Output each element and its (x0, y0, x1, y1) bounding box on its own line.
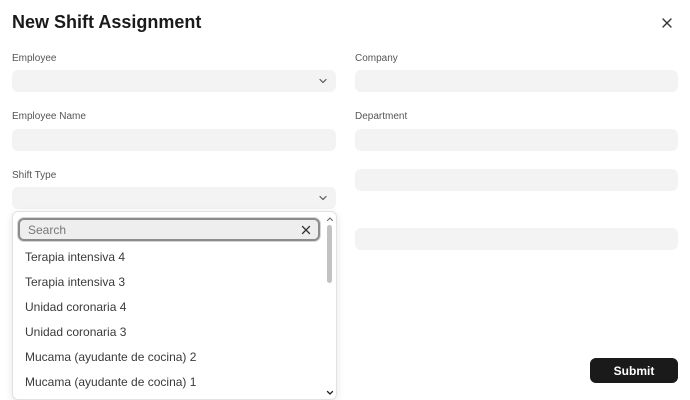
right-field-4[interactable] (355, 228, 678, 250)
chevron-down-icon (319, 78, 327, 84)
new-shift-assignment-dialog: New Shift Assignment Employee Employee N… (0, 0, 690, 400)
dropdown-options: Terapia intensiva 4 Terapia intensiva 3 … (13, 245, 325, 395)
department-label: Department (355, 111, 408, 122)
dropdown-option[interactable]: Unidad coronaria 3 (13, 320, 325, 345)
search-input[interactable] (28, 222, 310, 237)
employee-name-field[interactable] (12, 129, 336, 151)
dropdown-option[interactable]: Mucama (ayudante de cocina) 2 (13, 345, 325, 370)
shift-type-dropdown: Terapia intensiva 4 Terapia intensiva 3 … (12, 211, 337, 400)
dropdown-option[interactable]: Mucama (ayudante de cocina) 1 (13, 370, 325, 395)
company-label: Company (355, 53, 398, 64)
clear-icon (301, 225, 311, 235)
right-field-3[interactable] (355, 169, 678, 191)
scroll-down-arrow-icon[interactable] (326, 389, 334, 397)
chevron-down-icon (319, 195, 327, 201)
dropdown-scrollbar[interactable] (324, 212, 336, 399)
dropdown-option[interactable]: Terapia intensiva 4 (13, 245, 325, 270)
close-button[interactable] (656, 12, 678, 34)
scroll-up-arrow-icon[interactable] (326, 215, 334, 223)
submit-button[interactable]: Submit (590, 358, 678, 383)
department-field[interactable] (355, 129, 678, 151)
dialog-title: New Shift Assignment (12, 12, 202, 32)
close-icon (662, 18, 672, 28)
shift-type-label: Shift Type (12, 170, 57, 181)
employee-name-label: Employee Name (12, 111, 86, 122)
employee-select[interactable] (12, 70, 336, 92)
scroll-thumb[interactable] (327, 225, 332, 283)
clear-search-button[interactable] (300, 224, 312, 236)
company-field[interactable] (355, 70, 678, 92)
employee-label: Employee (12, 53, 57, 64)
dropdown-option[interactable]: Unidad coronaria 4 (13, 295, 325, 320)
search-box (18, 218, 320, 241)
shift-type-select[interactable] (12, 187, 336, 209)
dropdown-option[interactable]: Terapia intensiva 3 (13, 270, 325, 295)
